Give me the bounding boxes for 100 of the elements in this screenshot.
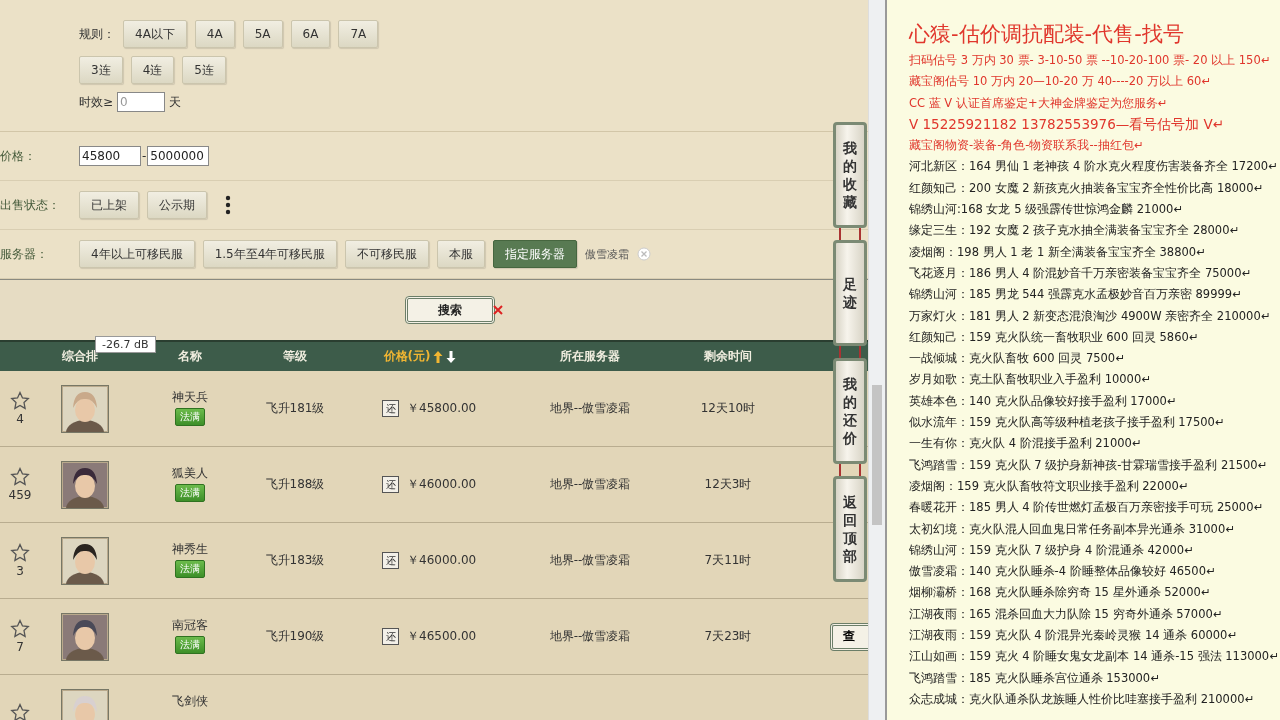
server-label: 服务器： [0,245,49,263]
level-text: 飞升183级 [265,552,325,569]
filter-button[interactable]: 5A [242,20,283,48]
favorite-count: 4 [16,412,24,426]
favorite-count: 7 [16,640,24,654]
ad-line: V 15225921182 13782553976—看号估号加 V↵ [909,114,1226,134]
search-button[interactable]: 搜索 [405,296,495,324]
column-header[interactable]: 价格(元) [340,348,500,365]
status-label: 出售状态： [0,196,61,214]
column-header[interactable]: 所在服务器 [500,348,680,365]
filter-button[interactable]: 6A [290,20,331,48]
star-icon[interactable] [10,467,30,486]
time-left-text: 7天23时 [704,628,752,645]
ad-line: 飞鸿踏雪：159 克火队 7 级护身新神孩-甘霖瑞雪接手盈利 21500↵ [909,456,1269,474]
side-tab[interactable]: 足迹 [833,240,867,346]
scrollbar-thumb[interactable] [872,385,882,525]
character-name[interactable]: 飞剑侠 [172,693,208,710]
server-button[interactable]: 本服 [437,240,486,268]
ad-line: 红颜知己：159 克火队统一畜牧职业 600 回灵 5860↵ [909,328,1200,346]
status-button[interactable]: 已上架 [79,191,139,219]
view-button[interactable]: 查 [830,622,868,651]
min-price-field[interactable]: 45800 [79,146,141,166]
bargain-tag[interactable]: 还 [382,400,399,417]
ad-title: 心猿-估价调抗配装-代售-找号 [909,21,1185,48]
duration-field[interactable]: 0 [117,92,166,112]
server-button[interactable]: 1.5年至4年可移民服 [202,240,338,268]
star-icon[interactable] [10,619,30,638]
filter-button[interactable]: 7A [338,20,379,48]
ad-line: 太初幻境：克火队混人回血鬼日常任务副本异光通杀 31000↵ [909,520,1236,538]
ad-line: 似水流年：159 克火队高等级种植老孩子接手盈利 17500↵ [909,414,1226,432]
ad-line: 河北新区：164 男仙 1 老神孩 4 阶水克火程度伤害装备齐全 17200↵ [909,158,1279,176]
server-button[interactable]: 指定服务器 [493,240,578,268]
ad-line: CC 蓝 V 认证首席鉴定+大神金牌鉴定为您服务↵ [909,94,1169,112]
tooltip: -26.7 dB [95,336,156,353]
filter-label: 规则： [79,25,115,43]
server-button[interactable]: 不可移民服 [345,240,430,268]
ad-line: 英雄本色：140 克火队品像较好接手盈利 17000↵ [909,392,1178,410]
ad-line: 缘定三生：192 女魔 2 孩子克水抽全满装备宝宝齐全 28000↵ [909,222,1241,240]
ad-line: 烟柳灞桥：168 克火队睡杀除穷奇 15 星外通杀 52000↵ [909,584,1212,602]
ad-line: 藏宝阁估号 10 万内 20—10-20 万 40----20 万以上 60↵ [909,73,1212,91]
max-price-field[interactable]: 5000000 [147,146,210,166]
status-badge: 法满 [175,408,205,426]
price-text: ￥46500.00 [407,628,477,645]
sort-up-icon[interactable] [433,350,444,363]
ad-line: 岁月如歌：克土队畜牧职业入手盈利 10000↵ [909,371,1152,389]
ad-line: 锦绣山河：159 克火队 7 级护身 4 阶混通杀 42000↵ [909,541,1195,559]
unit-label: 天 [169,93,182,111]
ad-line: 扫码估号 3 万内 30 票- 3-10-50 票 --10-20-100 票- 20 以上 150↵ [909,52,1272,69]
favorite-count: 459 [8,488,32,502]
level-text: 飞升181级 [265,400,325,417]
filter-button[interactable]: 5连 [182,56,226,84]
time-left-text: 12天10时 [700,400,756,417]
ad-line: 春暖花开：185 男人 4 阶传世燃灯孟极百万亲密接手可玩 25000↵ [909,499,1265,517]
ad-line: 江湖夜雨：165 混杀回血大力队除 15 穷奇外通杀 57000↵ [909,605,1224,623]
column-header[interactable]: 剩余时间 [680,348,776,365]
star-icon[interactable] [10,391,30,410]
clear-icon[interactable] [493,305,503,315]
ad-line: 万家灯火：181 男人 2 新变态混浪淘沙 4900W 亲密齐全 210000↵ [909,307,1272,325]
ad-line: 一战倾城：克火队畜牧 600 回灵 7500↵ [909,350,1126,368]
ad-line: 一生有你：克火队 4 阶混接手盈利 21000↵ [909,435,1143,453]
ad-line: 凌烟阁：198 男人 1 老 1 新全满装备宝宝齐全 38800↵ [909,243,1207,261]
bargain-tag[interactable]: 还 [382,552,399,569]
column-header[interactable]: 等级 [250,348,340,365]
ad-line: 藏宝阁物资-装备-角色-物资联系我--抽红包↵ [909,137,1145,155]
star-icon[interactable] [10,543,30,562]
ad-line: 锦绣山河:168 女龙 5 级强霹传世惊鸿金麟 21000↵ [909,201,1184,219]
character-name[interactable]: 狐美人 [172,465,208,482]
price-label: 价格： [0,147,37,165]
more-icon[interactable] [225,195,231,215]
status-badge: 法满 [175,636,205,654]
filter-button[interactable]: 3连 [79,56,123,84]
filter-button[interactable]: 4连 [130,56,175,84]
bargain-tag[interactable]: 还 [382,628,399,645]
filter-label: 时效≥ [79,93,114,111]
ad-line: 锦绣山河：185 男龙 544 强霹克水孟极妙音百万亲密 89999↵ [909,286,1243,304]
time-left-text: 12天3时 [704,476,752,493]
star-icon[interactable] [10,703,30,720]
filter-button[interactable]: 4A以下 [123,20,187,48]
character-name[interactable]: 南冠客 [172,617,208,634]
bargain-tag[interactable]: 还 [382,476,399,493]
filter-button[interactable]: 4A [194,20,235,48]
price-text: ￥46000.00 [407,552,477,569]
status-button[interactable]: 公示期 [147,191,207,219]
ad-line: 红颜知己：200 女魔 2 新孩克火抽装备宝宝齐全性价比高 18000↵ [909,179,1265,197]
server-text: 地界--傲雪凌霜 [549,628,631,645]
chosen-server: 傲雪凌霜 [585,246,630,262]
character-name[interactable]: 神秀生 [172,541,208,558]
price-text: ￥46000.00 [407,476,477,493]
side-tab[interactable]: 我的收藏 [833,122,867,228]
server-button[interactable]: 4年以上可移民服 [79,240,195,268]
server-text: 地界--傲雪凌霜 [549,476,631,493]
ad-line: 凌烟阁：159 克火队畜牧符文职业接手盈利 22000↵ [909,477,1190,495]
sort-down-icon[interactable] [446,350,457,363]
side-tab[interactable]: 返回顶部 [833,476,867,582]
side-tab[interactable]: 我的还价 [833,358,867,464]
ad-line: 飞花逐月：186 男人 4 阶混妙音千万亲密装备宝宝齐全 75000↵ [909,264,1253,282]
status-badge: 法满 [175,484,205,502]
time-left-text: 7天11时 [704,552,752,569]
character-name[interactable]: 神天兵 [172,389,208,406]
ad-line: 傲雪凌霜：140 克火队睡杀-4 阶睡整体品像较好 46500↵ [909,563,1217,581]
